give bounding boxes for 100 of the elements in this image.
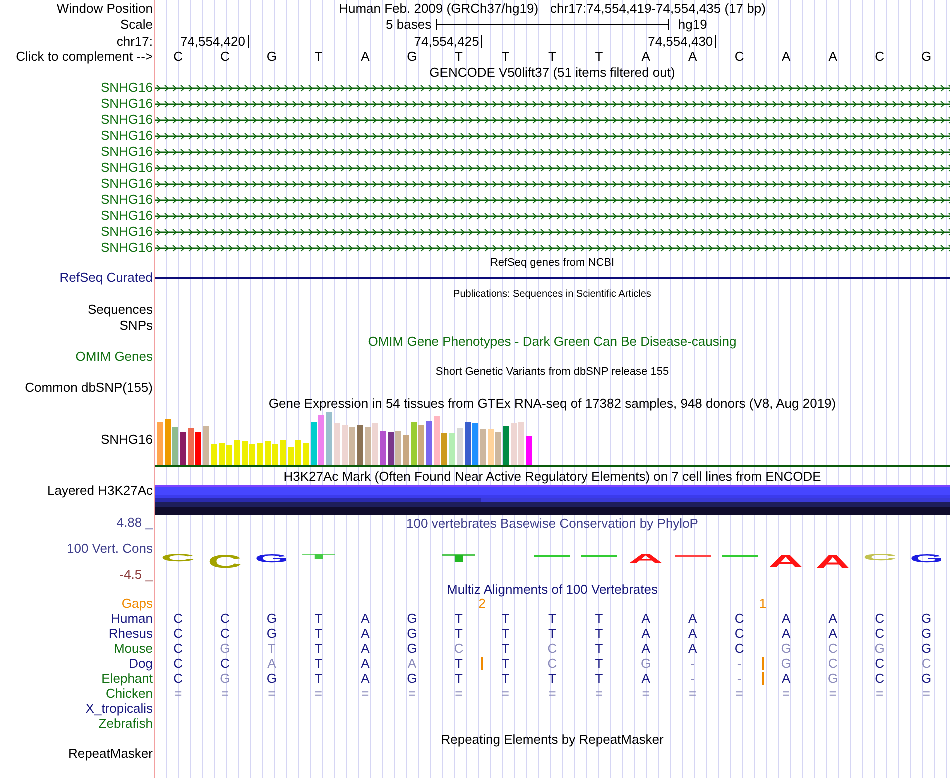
gene-label[interactable]: SNHG16	[100, 97, 153, 111]
base-letter: T	[502, 49, 510, 64]
aligned-base: =	[829, 686, 837, 701]
aligned-base: G	[922, 626, 932, 641]
gene-label[interactable]: SNHG16	[100, 241, 153, 255]
aligned-base: T	[314, 671, 323, 686]
logo-letter: A	[767, 553, 806, 568]
track-label[interactable]: RefSeq Curated	[60, 271, 153, 285]
gene-label[interactable]: SNHG16	[100, 177, 153, 191]
base-letter: T	[595, 49, 604, 64]
aligned-base: A	[642, 671, 650, 686]
track-label[interactable]: Sequences	[88, 303, 153, 317]
expression-bar	[342, 425, 348, 465]
expression-bar	[526, 436, 532, 465]
aligned-base: G	[266, 611, 277, 626]
aligned-base: C	[220, 611, 230, 626]
aligned-base: T	[268, 641, 276, 656]
track-title: Gene Expression in 54 tissues from GTEx RNA-seq of 17382 samples, 948 donors (V8, Aug 2019)	[268, 396, 836, 411]
logo-letter: T	[300, 553, 338, 560]
aligned-base: =	[688, 686, 697, 701]
aligned-base: -	[737, 671, 742, 686]
aligned-base: C	[174, 611, 184, 626]
aligned-base: G	[781, 641, 792, 656]
aligned-base: T	[502, 641, 510, 656]
gene-label[interactable]: SNHG16	[100, 209, 153, 223]
aligned-base: A	[828, 626, 838, 641]
aligned-base: C	[875, 626, 885, 641]
aligned-base: C	[875, 671, 885, 686]
aligned-base: A	[361, 656, 370, 671]
aligned-base: C	[548, 656, 558, 671]
expression-bar	[403, 435, 409, 465]
aligned-base: A	[361, 626, 370, 641]
aligned-base: A	[642, 626, 650, 641]
track-label[interactable]: OMIM Genes	[76, 350, 153, 364]
species-label: Elephant	[102, 672, 153, 686]
gene-label[interactable]: SNHG16	[100, 129, 153, 143]
ruler-tick-icon	[248, 34, 249, 48]
aligned-base: A	[361, 671, 370, 686]
aligned-base: =	[595, 686, 604, 701]
coordinate-label: 74,554,430	[648, 34, 714, 48]
gene-label[interactable]: SNHG16	[100, 81, 153, 95]
aligned-base: C	[174, 656, 184, 671]
aligned-base: =	[362, 686, 370, 701]
track-label[interactable]: 100 Vert. Cons	[67, 541, 153, 556]
aligned-base: =	[221, 686, 229, 701]
aligned-base: G	[220, 671, 230, 686]
aligned-base: -	[690, 671, 695, 686]
track-label[interactable]: Common dbSNP(155)	[25, 380, 153, 394]
gene-label[interactable]: SNHG16	[100, 145, 153, 159]
aligned-base: C	[548, 641, 558, 656]
aligned-base: -	[737, 656, 742, 671]
aligned-base: T	[502, 656, 510, 671]
gene-label[interactable]: SNHG16	[100, 161, 153, 175]
gene-label[interactable]: SNHG16	[100, 225, 153, 239]
aligned-base: T	[548, 611, 556, 626]
track-label[interactable]: SNPs	[120, 319, 153, 333]
aligned-base: C	[922, 656, 932, 671]
aligned-base: G	[266, 671, 277, 686]
track-label[interactable]: RepeatMasker	[68, 747, 153, 761]
track-label[interactable]: SNHG16	[100, 432, 153, 446]
base-letter: C	[875, 49, 885, 64]
logo-letter: C	[206, 553, 244, 569]
scale-length: 5 bases	[386, 17, 433, 32]
logo-letter: C	[159, 553, 198, 562]
aligned-base: A	[688, 641, 698, 656]
gene-label[interactable]: SNHG16	[100, 113, 153, 127]
aligned-base: G	[922, 671, 932, 686]
aligned-base: G	[874, 641, 885, 656]
gene-label[interactable]: SNHG16	[100, 193, 153, 207]
aligned-base: C	[828, 641, 838, 656]
row-label: Window Position	[56, 0, 153, 16]
expression-bar	[218, 443, 224, 465]
coordinate-label: 74,554,425	[414, 34, 480, 48]
aligned-base: C	[828, 656, 838, 671]
aligned-base: =	[736, 686, 744, 701]
aligned-base: G	[220, 641, 230, 656]
aligned-base: T	[502, 611, 510, 626]
base-letter: A	[782, 49, 791, 64]
aligned-base: A	[361, 611, 370, 626]
track-title: Publications: Sequences in Scientific Articles	[454, 288, 652, 300]
position-range: chr17:74,554,419-74,554,435 (17 bp)	[550, 0, 766, 16]
track-title: OMIM Gene Phenotypes - Dark Green Can Be Disease-causing	[368, 334, 737, 349]
aligned-base: A	[782, 626, 791, 641]
species-label: Rhesus	[108, 626, 153, 640]
track-label[interactable]: Layered H3K27Ac	[47, 484, 153, 498]
base-letter: G	[407, 49, 418, 64]
aligned-base: =	[782, 686, 790, 701]
aligned-base: A	[361, 641, 370, 656]
aligned-base: T	[454, 611, 463, 626]
logo-letter: A	[814, 553, 852, 569]
aligned-base: =	[455, 686, 463, 701]
aligned-base: C	[174, 671, 184, 686]
axis-max-label: 4.88 _	[116, 515, 153, 530]
aligned-base: C	[875, 611, 885, 626]
aligned-base: C	[220, 656, 230, 671]
complement-link[interactable]: Click to complement -->	[16, 49, 153, 64]
base-letter: A	[688, 49, 698, 64]
aligned-base: T	[595, 611, 604, 626]
track-title: H3K27Ac Mark (Often Found Near Active Regulatory Elements) on 7 cell lines from ENCODE	[284, 468, 822, 484]
aligned-base: A	[782, 671, 791, 686]
